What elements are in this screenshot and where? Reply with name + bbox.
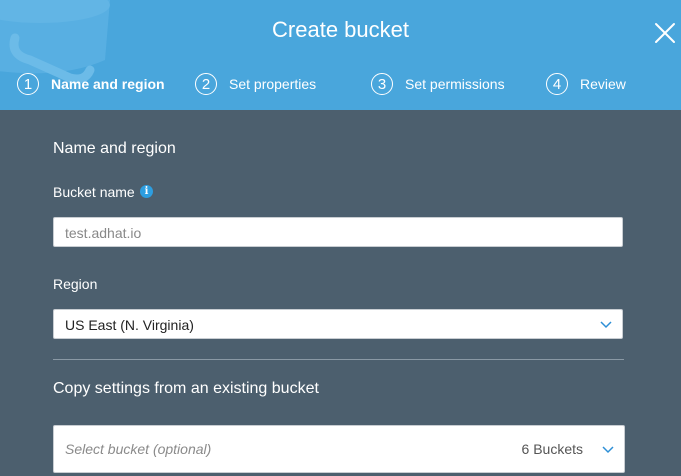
step-label: Name and region <box>51 76 165 92</box>
bucket-name-label: Bucket name <box>53 184 135 200</box>
step-number: 4 <box>546 73 568 95</box>
bucket-name-input[interactable]: test.adhat.io <box>53 217 623 247</box>
modal-title: Create bucket <box>272 17 409 42</box>
divider <box>53 359 624 360</box>
bucket-name-value: test.adhat.io <box>65 225 142 241</box>
step-label: Set permissions <box>405 76 505 92</box>
step-label: Review <box>580 76 626 92</box>
region-value: US East (N. Virginia) <box>65 317 194 333</box>
chevron-down-icon <box>600 321 612 329</box>
bucket-count: 6 Buckets <box>521 441 583 457</box>
step-number: 2 <box>195 73 217 95</box>
step-review[interactable]: 4 Review <box>546 72 626 96</box>
copy-bucket-placeholder: Select bucket (optional) <box>65 441 212 457</box>
modal-header: Create bucket 1 Name and region 2 Set pr… <box>0 0 681 110</box>
region-label: Region <box>53 276 98 292</box>
info-icon[interactable]: i <box>140 185 153 198</box>
close-icon[interactable] <box>652 20 678 46</box>
copy-settings-title: Copy settings from an existing bucket <box>53 380 319 397</box>
region-select[interactable]: US East (N. Virginia) <box>53 309 623 339</box>
step-label: Set properties <box>229 76 317 92</box>
step-set-permissions[interactable]: 3 Set permissions <box>371 72 505 96</box>
step-number: 1 <box>17 73 39 95</box>
chevron-down-icon <box>602 446 614 454</box>
copy-bucket-select[interactable]: Select bucket (optional) 6 Buckets <box>53 425 625 473</box>
section-title: Name and region <box>53 140 176 157</box>
step-number: 3 <box>371 73 393 95</box>
step-name-and-region[interactable]: 1 Name and region <box>17 72 165 96</box>
step-set-properties[interactable]: 2 Set properties <box>195 72 316 96</box>
